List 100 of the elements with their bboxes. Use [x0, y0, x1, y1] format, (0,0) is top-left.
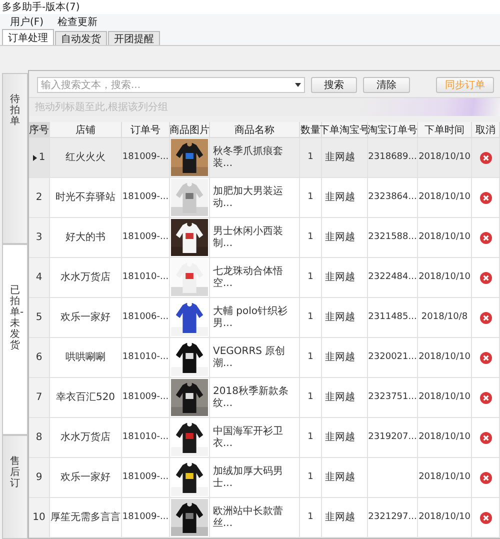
tab[interactable]: 订单处理 [2, 29, 54, 45]
row-number: 6 [29, 338, 50, 378]
table-cell: 181009-... [122, 498, 170, 538]
column-header[interactable]: 淘宝订单号 [368, 122, 418, 138]
column-header[interactable]: 取消 [472, 122, 500, 138]
cancel-icon[interactable] [480, 392, 492, 404]
table-cell: 1 [300, 498, 322, 538]
table-cell: 2318689... [368, 138, 418, 178]
table-cell: 2319207... [368, 418, 418, 458]
table-cell: 181009-... [122, 138, 170, 178]
table-cell: 中国海军开衫卫衣... [210, 418, 300, 458]
table-cell: 水水万货店 [50, 258, 122, 298]
table-cell: 幸衣百汇520 [50, 378, 122, 418]
table-cell: 韭网越 [322, 498, 368, 538]
toolbar-button[interactable]: 搜索 [310, 77, 358, 93]
table-cell: 1 [300, 218, 322, 258]
window-title: 多多助手-版本(7) [2, 0, 80, 14]
table-cell: 1 [300, 378, 322, 418]
table-cell: 加肥加大男装运动... [210, 178, 300, 218]
toolbar-button[interactable]: 清除 [363, 77, 410, 93]
table-cell: 2018/10/10 [418, 498, 472, 538]
cancel-icon[interactable] [480, 312, 492, 324]
table-cell: 水水万货店 [50, 418, 122, 458]
current-row-icon [32, 154, 37, 160]
table-cell: 2323751... [368, 378, 418, 418]
column-header[interactable]: 订单号 [122, 122, 170, 138]
table-cell: 181010-... [122, 418, 170, 458]
table-cell: 2321297... [368, 498, 418, 538]
row-number: 7 [29, 378, 50, 418]
cancel-icon[interactable] [480, 272, 492, 284]
table-cell: 1 [300, 458, 322, 498]
table-cell: 秋冬季爪抓痕套装... [210, 138, 300, 178]
table-cell: 男士休闲小西装制... [210, 218, 300, 258]
search-field[interactable]: 输入搜索文本，搜索... [37, 77, 305, 93]
table-cell: 韭网越 [322, 258, 368, 298]
table-cell: 时光不弃驿站 [50, 178, 122, 218]
table-cell: 1 [300, 298, 322, 338]
cancel-icon[interactable] [480, 432, 492, 444]
table-cell: 2018/10/8 [418, 298, 472, 338]
column-header[interactable]: 店铺 [50, 122, 122, 138]
table-cell: 韭网越 [322, 458, 368, 498]
column-header[interactable]: 序号 [29, 122, 50, 138]
table-cell: 韭网越 [322, 298, 368, 338]
table-cell: VEGORRS 原创潮... [210, 338, 300, 378]
table-cell: 2018/10/10 [418, 178, 472, 218]
table-cell: 欢乐一家好 [50, 458, 122, 498]
table-cell: 2018/10/10 [418, 258, 472, 298]
menu-item[interactable]: 检查更新 [58, 14, 98, 28]
table-cell: 韭网越 [322, 378, 368, 418]
table-cell: 2311485... [368, 298, 418, 338]
table-cell: 181006-... [122, 298, 170, 338]
table-cell [368, 458, 418, 498]
table-cell: 1 [300, 338, 322, 378]
tab[interactable]: 开团提醒 [108, 31, 160, 45]
column-header[interactable]: 下单淘宝号 [322, 122, 368, 138]
column-header[interactable]: 数量 [300, 122, 322, 138]
cancel-icon[interactable] [480, 232, 492, 244]
table-cell: 1 [300, 178, 322, 218]
table-cell: 2320021... [368, 338, 418, 378]
table-cell: 欧洲站中长款蕾丝... [210, 498, 300, 538]
row-number: 10 [29, 498, 50, 538]
row-number: 9 [29, 458, 50, 498]
table-cell: 韭网越 [322, 138, 368, 178]
cancel-icon[interactable] [480, 352, 492, 364]
table-cell: 181009-... [122, 178, 170, 218]
table-cell: 2018/10/10 [418, 218, 472, 258]
row-number: 4 [29, 258, 50, 298]
table-cell: 2018/10/10 [418, 418, 472, 458]
side-tab[interactable]: 售后订 [2, 435, 28, 539]
table-cell: 2322484... [368, 258, 418, 298]
cancel-icon[interactable] [480, 472, 492, 484]
table-cell: 181009-... [122, 378, 170, 418]
row-number: 5 [29, 298, 50, 338]
table-cell: 加绒加厚大码男士... [210, 458, 300, 498]
cancel-icon[interactable] [480, 152, 492, 164]
tab[interactable]: 自动发货 [55, 31, 107, 45]
table-cell: 2321588... [368, 218, 418, 258]
column-header[interactable]: 商品图片 [170, 122, 210, 138]
menu-item[interactable]: 用户(F) [10, 14, 44, 28]
table-cell: 韭网越 [322, 418, 368, 458]
row-number: 2 [29, 178, 50, 218]
table-cell: 哄哄唰唰 [50, 338, 122, 378]
table-cell: 1 [300, 258, 322, 298]
cancel-icon[interactable] [480, 512, 492, 524]
table-cell: 1 [300, 418, 322, 458]
table-cell: 七龙珠动合体悟空... [210, 258, 300, 298]
side-tab[interactable]: 待拍单 [2, 73, 28, 244]
column-header[interactable]: 商品名称 [210, 122, 300, 138]
table-cell: 2018/10/10 [418, 378, 472, 418]
table-cell: 2323864... [368, 178, 418, 218]
table-cell: 181009-... [122, 458, 170, 498]
table-cell: 181010-... [122, 258, 170, 298]
table-cell: 韭网越 [322, 218, 368, 258]
side-tab[interactable]: 已拍单-未发货 [2, 244, 28, 436]
table-cell: 181009-... [122, 218, 170, 258]
cancel-icon[interactable] [480, 192, 492, 204]
column-header[interactable]: 下单时间 [418, 122, 472, 138]
row-number: 1 [29, 138, 50, 178]
table-cell: 厚笙无需多言言 [50, 498, 122, 538]
row-number: 3 [29, 218, 50, 258]
